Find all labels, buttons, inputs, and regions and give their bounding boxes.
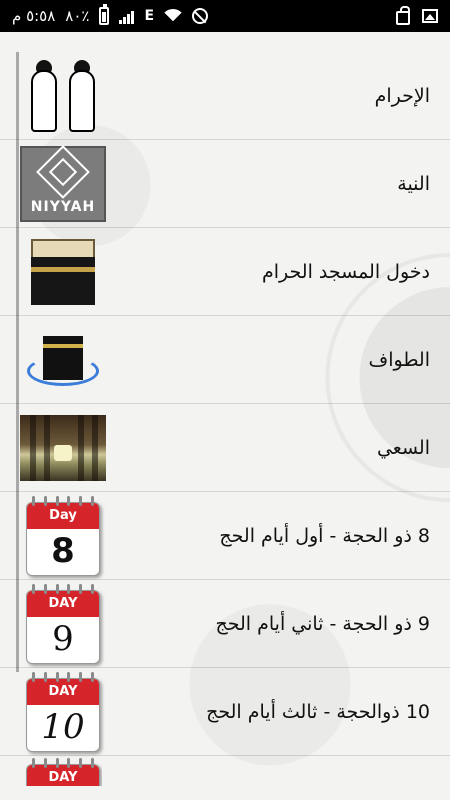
hajj-steps-screen: الإحرام NIYYAH النية دخول المسجد الحرام …: [0, 32, 450, 800]
network-type: E: [144, 8, 155, 24]
list-item-label: السعي: [376, 436, 430, 459]
sai-corridor-icon: [20, 405, 106, 491]
do-not-disturb-icon: [192, 8, 209, 24]
calendar-day-8-icon: Day 8: [20, 493, 106, 579]
calendar-day-10-icon: DAY 10: [20, 669, 106, 755]
kaaba-icon: [20, 229, 106, 315]
list-item-label: دخول المسجد الحرام: [261, 260, 430, 283]
calendar-day-9-icon: DAY 9: [20, 581, 106, 667]
ihram-pilgrims-icon: [20, 53, 106, 139]
list-item-niyyah[interactable]: NIYYAH النية: [0, 140, 450, 228]
calendar-header: DAY: [27, 678, 99, 705]
list-item-ihram[interactable]: الإحرام: [0, 52, 450, 140]
list-item-label: الإحرام: [374, 84, 430, 107]
calendar-day-11-icon: DAY: [20, 756, 106, 786]
clock: ٥:٥٨ م: [12, 7, 56, 25]
status-bar: ٥:٥٨ م ٨٠٪ E: [0, 0, 450, 32]
niyyah-emblem-icon: NIYYAH: [20, 141, 106, 227]
store-bag-icon: [396, 6, 410, 25]
niyyah-badge-text: NIYYAH: [30, 198, 96, 215]
list-item-sai[interactable]: السعي: [0, 404, 450, 492]
calendar-number: 10: [41, 706, 85, 747]
list-item-label: 9 ذو الحجة - ثاني أيام الحج: [215, 612, 430, 635]
calendar-header: Day: [27, 502, 99, 529]
wifi-icon: [164, 9, 183, 23]
calendar-number: 8: [51, 530, 75, 571]
calendar-number: 9: [52, 618, 74, 659]
tawaf-icon: [20, 317, 106, 403]
signal-icon: [119, 8, 135, 24]
list-item-label: النية: [397, 172, 430, 195]
hajj-steps-list: الإحرام NIYYAH النية دخول المسجد الحرام …: [0, 52, 450, 786]
list-item-tawaf[interactable]: الطواف: [0, 316, 450, 404]
list-item-enter-masjid[interactable]: دخول المسجد الحرام: [0, 228, 450, 316]
battery-icon: [99, 4, 110, 25]
status-left: ٥:٥٨ م ٨٠٪ E: [12, 4, 209, 25]
battery-percent: ٨٠٪: [65, 7, 90, 25]
image-notification-icon: [422, 9, 438, 23]
list-item-day-8[interactable]: Day 8 8 ذو الحجة - أول أيام الحج: [0, 492, 450, 580]
calendar-header: DAY: [27, 590, 99, 617]
list-item-label: 10 ذوالحجة - ثالث أيام الحج: [206, 700, 430, 723]
list-item-day-11[interactable]: DAY: [0, 756, 450, 786]
list-item-label: 8 ذو الحجة - أول أيام الحج: [219, 524, 430, 547]
list-item-day-10[interactable]: DAY 10 10 ذوالحجة - ثالث أيام الحج: [0, 668, 450, 756]
status-right: [396, 6, 438, 25]
calendar-header: DAY: [27, 765, 99, 786]
list-item-day-9[interactable]: DAY 9 9 ذو الحجة - ثاني أيام الحج: [0, 580, 450, 668]
list-item-label: الطواف: [368, 348, 430, 371]
